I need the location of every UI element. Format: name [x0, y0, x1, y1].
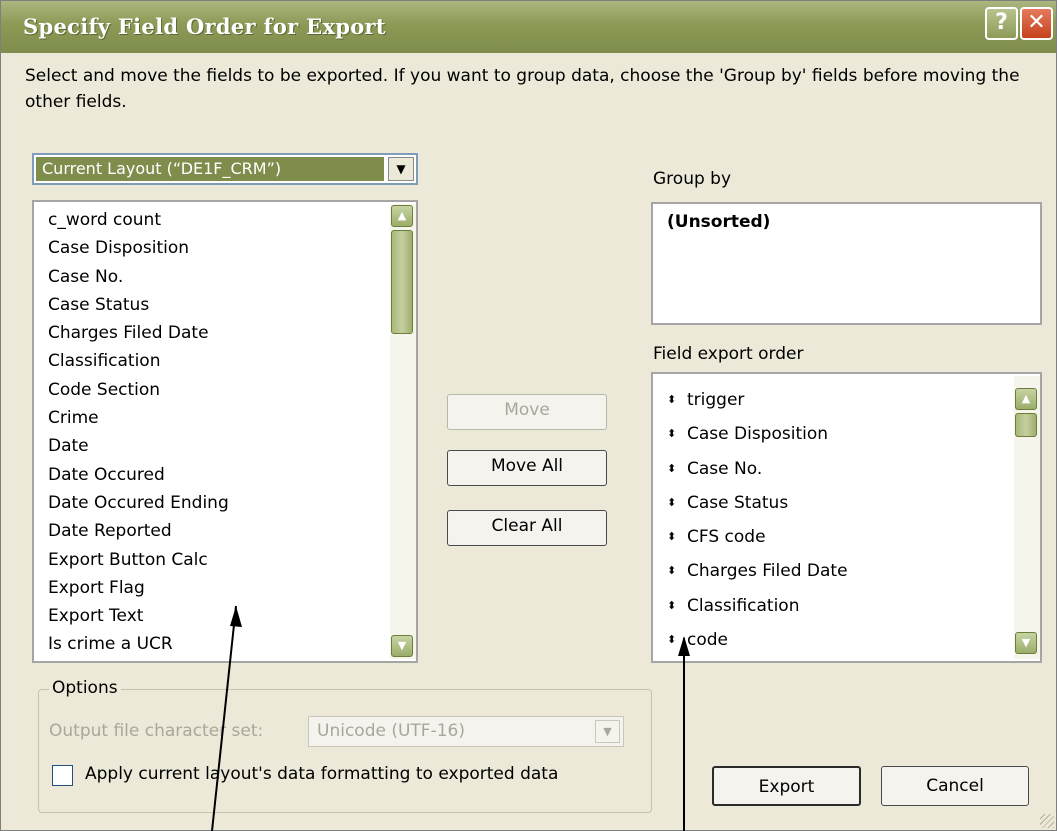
list-item[interactable]: Case No.	[48, 263, 229, 291]
drag-handle-icon[interactable]: ⬍	[667, 589, 687, 623]
list-item-label: Case Status	[687, 492, 789, 513]
list-item[interactable]: (Unsorted)	[667, 212, 770, 232]
cancel-button[interactable]: Cancel	[881, 766, 1029, 806]
list-item[interactable]: Date Occured Ending	[48, 489, 229, 517]
charset-value: Unicode (UTF-16)	[317, 721, 465, 741]
drag-handle-icon[interactable]: ⬍	[667, 417, 687, 451]
list-item-label: trigger	[687, 390, 745, 410]
drag-handle-icon[interactable]: ⬍	[667, 383, 687, 417]
list-item[interactable]: Export Button Calc	[48, 546, 229, 574]
list-item[interactable]: Classification	[48, 347, 229, 375]
close-button[interactable]: ✕	[1020, 7, 1053, 40]
export-order-items: ⬍ trigger ⬍ Case Disposition ⬍ Case No. ⬍ Ca…	[667, 383, 848, 657]
list-item[interactable]: Date Occured	[48, 461, 229, 489]
scroll-thumb[interactable]	[1015, 413, 1037, 437]
field-export-order-label: Field export order	[653, 344, 804, 364]
list-item[interactable]: ⬍ CFS code	[667, 520, 848, 554]
clear-all-button[interactable]: Clear All	[447, 510, 607, 546]
chevron-down-icon[interactable]: ▼	[388, 157, 414, 181]
scroll-thumb[interactable]	[391, 230, 413, 334]
available-fields-list[interactable]: c_word count Case Disposition Case No. C…	[32, 200, 418, 663]
chevron-down-icon[interactable]: ▼	[595, 720, 620, 743]
drag-handle-icon[interactable]: ⬍	[667, 452, 687, 486]
list-item[interactable]: ⬍ Charges Filed Date	[667, 554, 848, 588]
drag-handle-icon[interactable]: ⬍	[667, 554, 687, 588]
scroll-down-icon[interactable]: ▼	[391, 635, 413, 657]
apply-formatting-checkbox[interactable]	[52, 765, 73, 786]
instructions-text: Select and move the fields to be exporte…	[25, 66, 1020, 112]
dialog-title: Specify Field Order for Export	[23, 14, 386, 39]
move-button[interactable]: Move	[447, 394, 607, 430]
list-item[interactable]: Charges Filed Date	[48, 319, 229, 347]
list-item-label: Classification	[687, 595, 800, 616]
list-item[interactable]: Export Text	[48, 602, 229, 630]
list-item[interactable]: Case Status	[48, 291, 229, 319]
list-item[interactable]: ⬍ Classification	[667, 589, 848, 623]
list-item[interactable]: ⬍ trigger	[667, 383, 848, 417]
list-item[interactable]: ⬍ Case Status	[667, 486, 848, 520]
title-bar[interactable]: Specify Field Order for Export ? ✕	[1, 1, 1056, 53]
drag-handle-icon[interactable]: ⬍	[667, 520, 687, 554]
drag-handle-icon[interactable]: ⬍	[667, 486, 687, 520]
scroll-down-icon[interactable]: ▼	[1015, 632, 1037, 654]
vertical-scrollbar[interactable]: ▲ ▼	[1014, 376, 1040, 659]
apply-formatting-label[interactable]: Apply current layout's data formatting t…	[85, 764, 558, 784]
vertical-scrollbar[interactable]: ▲ ▼	[390, 204, 416, 659]
list-item-label: Charges Filed Date	[687, 561, 848, 582]
list-item-label: Case Disposition	[687, 424, 829, 445]
layout-dropdown[interactable]: Current Layout (“DE1F_CRM”) ▼	[32, 153, 418, 185]
options-group: Options	[38, 678, 652, 813]
charset-dropdown[interactable]: Unicode (UTF-16) ▼	[308, 716, 624, 747]
list-item[interactable]: Export Flag	[48, 574, 229, 602]
list-item[interactable]: ⬍ Case Disposition	[667, 417, 848, 451]
list-item-label: code	[687, 630, 728, 651]
list-item[interactable]: Code Section	[48, 376, 229, 404]
group-by-label: Group by	[653, 169, 732, 189]
available-fields-items: c_word count Case Disposition Case No. C…	[48, 206, 229, 659]
group-by-list[interactable]: (Unsorted)	[651, 202, 1042, 325]
scroll-up-icon[interactable]: ▲	[1015, 388, 1037, 410]
options-legend: Options	[49, 678, 121, 698]
move-all-button[interactable]: Move All	[447, 450, 607, 486]
list-item[interactable]: ⬍ Case No.	[667, 452, 848, 486]
list-item[interactable]: c_word count	[48, 206, 229, 234]
list-item[interactable]: Date	[48, 432, 229, 460]
resize-grip-icon[interactable]	[1040, 814, 1054, 828]
export-button[interactable]: Export	[712, 766, 861, 806]
list-item[interactable]: Date Reported	[48, 517, 229, 545]
list-item[interactable]: Crime	[48, 404, 229, 432]
charset-label: Output file character set:	[49, 721, 264, 741]
export-dialog: Specify Field Order for Export ? ✕ Selec…	[0, 0, 1057, 831]
field-export-order-list[interactable]: ⬍ trigger ⬍ Case Disposition ⬍ Case No. ⬍ Ca…	[651, 372, 1042, 663]
drag-handle-icon[interactable]: ⬍	[667, 623, 687, 657]
list-item[interactable]: Case Disposition	[48, 234, 229, 262]
list-item-label: CFS code	[687, 527, 766, 548]
help-button[interactable]: ?	[985, 7, 1018, 40]
scroll-up-icon[interactable]: ▲	[391, 205, 413, 227]
list-item[interactable]: Is crime a UCR	[48, 630, 229, 658]
layout-dropdown-value: Current Layout (“DE1F_CRM”)	[36, 157, 384, 181]
list-item-label: Case No.	[687, 458, 763, 479]
list-item[interactable]: ⬍ code	[667, 623, 848, 657]
